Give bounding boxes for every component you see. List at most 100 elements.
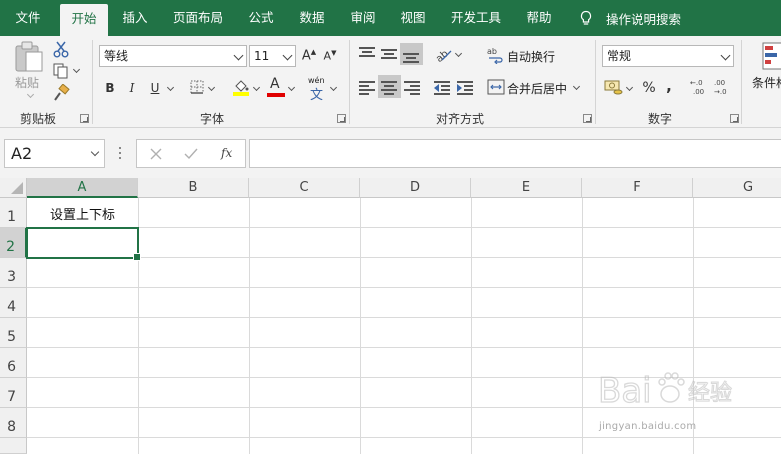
align-left-icon[interactable] (359, 80, 375, 95)
tab-formulas[interactable]: 公式 (240, 0, 282, 36)
decrease-indent-icon[interactable] (434, 80, 450, 95)
align-middle-icon[interactable] (381, 46, 397, 60)
row-header[interactable]: 1 (0, 198, 27, 228)
column-header[interactable]: G (693, 178, 781, 198)
bold-button[interactable]: B (101, 78, 119, 98)
tab-review[interactable]: 审阅 (342, 0, 384, 36)
paste-button[interactable]: 粘贴 (8, 40, 48, 102)
row-header[interactable]: 3 (0, 258, 27, 288)
paste-dropdown-icon[interactable] (26, 90, 35, 99)
tab-help[interactable]: 帮助 (518, 0, 560, 36)
tab-view[interactable]: 视图 (392, 0, 434, 36)
tell-me-box[interactable]: 操作说明搜索 (578, 0, 681, 36)
increase-indent-icon[interactable] (457, 80, 473, 95)
tab-data[interactable]: 数据 (291, 0, 333, 36)
cancel-icon[interactable] (149, 147, 163, 161)
conditional-format-button[interactable]: 条件格 (748, 40, 781, 100)
align-right-icon[interactable] (404, 80, 420, 95)
font-color-button[interactable]: A (267, 76, 285, 98)
underline-dropdown-icon[interactable] (166, 83, 175, 92)
underline-button[interactable]: U (146, 78, 164, 98)
font-launcher-icon[interactable] (337, 114, 346, 123)
accounting-dropdown-icon[interactable] (625, 83, 634, 92)
divider (92, 40, 93, 124)
decrease-font-size-button[interactable]: A▼ (321, 46, 339, 66)
orientation-icon[interactable]: ab (434, 45, 454, 63)
column-header[interactable]: C (249, 178, 360, 198)
phonetic-dropdown-icon[interactable] (329, 83, 338, 92)
column-header[interactable]: F (582, 178, 693, 198)
fill-color-dropdown-icon[interactable] (252, 83, 261, 92)
worksheet-grid: A B C D E F G 1 2 3 4 5 6 7 8 设置上下标 Bai … (0, 178, 781, 454)
gridline (27, 347, 781, 348)
tab-home[interactable]: 开始 (60, 4, 108, 36)
row-header[interactable]: 8 (0, 408, 27, 438)
copy-dropdown-icon[interactable] (72, 65, 81, 74)
number-launcher-icon[interactable] (730, 114, 739, 123)
gridline (249, 198, 250, 454)
wrap-text-button[interactable]: ab 自动换行 (487, 45, 567, 67)
cut-icon[interactable] (52, 40, 70, 58)
format-painter-icon[interactable] (52, 84, 70, 102)
name-box-value: A2 (11, 144, 33, 163)
increase-decimal-icon[interactable]: ←.0 .00 (690, 77, 710, 97)
borders-dropdown-icon[interactable] (207, 83, 216, 92)
decrease-font-icon: A▼ (323, 49, 337, 63)
merge-center-button[interactable]: 合并后居中 (487, 77, 583, 99)
alignment-launcher-icon[interactable] (583, 114, 592, 123)
column-header[interactable]: D (360, 178, 471, 198)
name-box[interactable]: A2 (4, 139, 105, 168)
decrease-decimal-icon[interactable]: .00 →.0 (714, 77, 734, 97)
formula-bar-grip-icon[interactable] (119, 147, 122, 161)
accounting-format-icon[interactable] (604, 78, 624, 96)
paste-label: 粘贴 (15, 76, 40, 90)
alignment-group-label: 对齐方式 (435, 112, 484, 126)
orientation-dropdown-icon[interactable] (454, 49, 463, 58)
clipboard-launcher-icon[interactable] (80, 114, 89, 123)
cell-a2-selected[interactable] (26, 227, 141, 261)
tab-insert[interactable]: 插入 (113, 0, 157, 36)
row-header[interactable]: 6 (0, 348, 27, 378)
percent-style-button[interactable]: % (640, 78, 658, 98)
align-center-button[interactable] (378, 75, 401, 98)
align-top-icon[interactable] (359, 46, 375, 60)
copy-icon[interactable] (52, 62, 70, 80)
watermark-url: jingyan.baidu.com (599, 421, 697, 432)
gridline (27, 437, 781, 438)
row-header[interactable]: 4 (0, 288, 27, 318)
font-name-select[interactable]: 等线 (99, 45, 247, 67)
enter-check-icon[interactable] (183, 147, 199, 161)
comma-style-button[interactable]: , (662, 76, 676, 96)
row-header[interactable]: 2 (0, 228, 27, 258)
fill-color-icon[interactable] (232, 78, 250, 96)
align-bottom-button[interactable] (400, 43, 423, 65)
svg-text:ab: ab (434, 48, 451, 63)
formula-input[interactable] (249, 139, 781, 168)
insert-function-icon[interactable]: fx (221, 146, 232, 160)
tab-page-layout[interactable]: 页面布局 (166, 0, 230, 36)
row-header[interactable]: 5 (0, 318, 27, 348)
row-header[interactable] (0, 438, 27, 454)
column-header[interactable]: A (27, 178, 138, 198)
merge-center-icon (487, 79, 505, 95)
cell-a1[interactable]: 设置上下标 (27, 204, 138, 223)
svg-text:.00: .00 (714, 79, 725, 87)
font-size-select[interactable]: 11 (249, 45, 296, 67)
align-center-icon (381, 80, 397, 95)
merge-dropdown-icon[interactable] (572, 82, 581, 91)
phonetic-guide-button[interactable]: wén 文 (307, 76, 327, 103)
svg-text:→.0: →.0 (714, 88, 727, 96)
tab-file[interactable]: 文件 (6, 0, 50, 36)
column-header[interactable]: B (138, 178, 249, 198)
divider (595, 40, 596, 124)
italic-button[interactable]: I (123, 78, 141, 98)
row-header[interactable]: 7 (0, 378, 27, 408)
font-color-dropdown-icon[interactable] (287, 83, 296, 92)
number-format-select[interactable]: 常规 (602, 45, 734, 67)
increase-font-size-button[interactable]: A▲ (300, 46, 318, 66)
select-all-button[interactable] (0, 178, 27, 198)
svg-text:←.0: ←.0 (690, 79, 703, 87)
column-header[interactable]: E (471, 178, 582, 198)
borders-icon[interactable] (189, 79, 205, 95)
tab-developer[interactable]: 开发工具 (443, 0, 509, 36)
